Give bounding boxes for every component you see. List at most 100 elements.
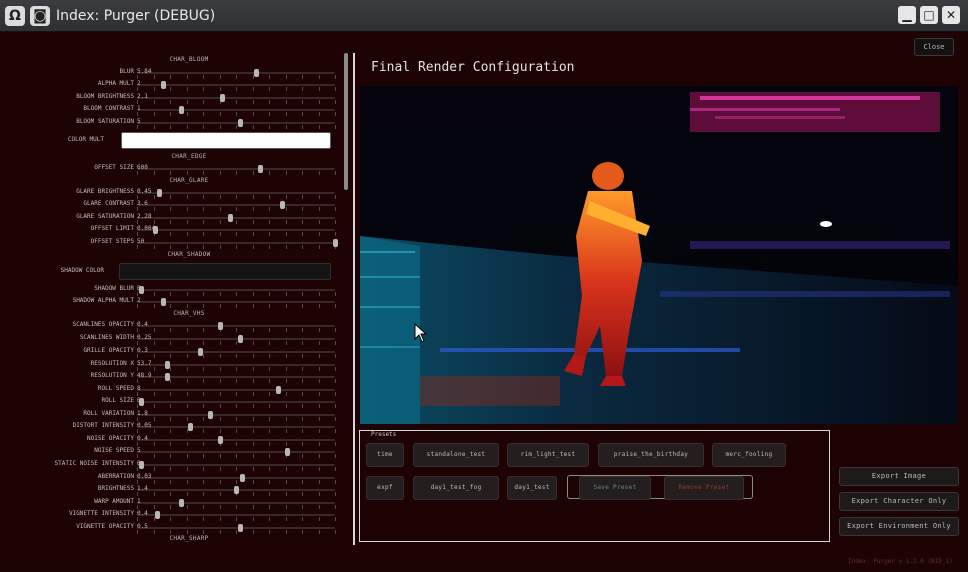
slider-scanlines-width[interactable]: SCANLINES WIDTH 0.25 [3, 334, 343, 345]
slider-thumb[interactable] [179, 499, 184, 507]
slider-tick [187, 379, 188, 383]
slider-label: ROLL VARIATION [83, 410, 134, 417]
export-image-button[interactable]: Export Image [839, 467, 959, 486]
slider-tick [236, 341, 237, 345]
slider-offset-size[interactable]: OFFSET SIZE 600 [3, 164, 343, 175]
slider-tick [269, 207, 270, 211]
export-environment-only-button[interactable]: Export Environment Only [839, 517, 959, 536]
panel-divider[interactable] [353, 53, 355, 545]
slider-tick [269, 220, 270, 224]
slider-value: 0.25 [137, 334, 152, 341]
slider-thumb[interactable] [333, 239, 338, 247]
slider-roll-speed[interactable]: ROLL SPEED 8 [3, 385, 343, 396]
slider-noise-opacity[interactable]: NOISE OPACITY 0.4 [3, 435, 343, 446]
slider-tick [236, 220, 237, 224]
slider-thumb[interactable] [238, 335, 243, 343]
slider-thumb[interactable] [254, 69, 259, 77]
slider-glare-contrast[interactable]: GLARE CONTRAST 3.6 [3, 200, 343, 211]
slider-vignette-opacity[interactable]: VIGNETTE OPACITY 0.5 [3, 523, 343, 534]
slider-thumb[interactable] [165, 361, 170, 369]
slider-thumb[interactable] [139, 461, 144, 469]
slider-thumb[interactable] [240, 474, 245, 482]
slider-thumb[interactable] [139, 398, 144, 406]
slider-thumb[interactable] [285, 448, 290, 456]
slider-bloom-contrast[interactable]: BLOOM CONTRAST 1 [3, 105, 343, 116]
slider-tick [220, 467, 221, 471]
slider-tick [335, 505, 336, 509]
slider-glare-brightness[interactable]: GLARE BRIGHTNESS 0.45 [3, 188, 343, 199]
slider-offset-steps[interactable]: OFFSET STEPS 50 [3, 238, 343, 249]
slider-thumb[interactable] [218, 322, 223, 330]
preset-expf[interactable]: expf [366, 476, 404, 500]
slider-blur[interactable]: BLUR 5.84 [3, 68, 343, 79]
app-menu-icon[interactable]: ◙ [30, 6, 50, 26]
save-preset-button[interactable]: Save Preset [579, 476, 651, 500]
slider-thumb[interactable] [234, 486, 239, 494]
slider-thumb[interactable] [280, 201, 285, 209]
window-close-button[interactable]: ✕ [942, 6, 960, 24]
minimize-button[interactable]: ▁ [898, 6, 916, 24]
slider-bloom-saturation[interactable]: BLOOM SATURATION 5 [3, 118, 343, 129]
slider-bloom-brightness[interactable]: BLOOM BRIGHTNESS 2.1 [3, 93, 343, 104]
slider-thumb[interactable] [208, 411, 213, 419]
app-omega-icon[interactable]: Ω [5, 6, 25, 26]
preset-day1-test[interactable]: day1_test [507, 476, 557, 500]
slider-roll-size[interactable]: ROLL SIZE0 [3, 397, 343, 408]
slider-aberration[interactable]: ABERRATION 0.03 [3, 473, 343, 484]
preset-rim-light-test[interactable]: rim_light_test [507, 443, 589, 467]
slider-thumb[interactable] [155, 511, 160, 519]
slider-thumb[interactable] [276, 386, 281, 394]
slider-noise-speed[interactable]: NOISE SPEED 5 [3, 447, 343, 458]
color-mult-label: COLOR MULT [67, 136, 104, 143]
slider-thumb[interactable] [188, 423, 193, 431]
preset-day1-test-fog[interactable]: day1_test_fog [413, 476, 499, 500]
maximize-button[interactable]: □ [920, 6, 938, 24]
slider-vignette-intensity[interactable]: VIGNETTE INTENSITY 0.4 [3, 510, 343, 521]
slider-warp-amount[interactable]: WARP AMOUNT 1 [3, 498, 343, 509]
slider-thumb[interactable] [238, 524, 243, 532]
slider-tick [269, 292, 270, 296]
slider-scanlines-opacity[interactable]: SCANLINES OPACITY 0.4 [3, 321, 343, 332]
settings-panel[interactable]: CHAR_BLOOM BLUR 5.84 ALPHA MULT 2 BLOOM BR… [3, 33, 348, 545]
slider-tick [269, 245, 270, 249]
slider-thumb[interactable] [161, 81, 166, 89]
shadow-color-swatch[interactable] [119, 263, 331, 280]
slider-thumb[interactable] [198, 348, 203, 356]
slider-thumb[interactable] [238, 119, 243, 127]
slider-distort-intensity[interactable]: DISTORT INTENSITY 0.05 [3, 422, 343, 433]
slider-thumb[interactable] [218, 436, 223, 444]
slider-thumb[interactable] [153, 226, 158, 234]
slider-thumb[interactable] [161, 298, 166, 306]
preset-time[interactable]: time [366, 443, 404, 467]
slider-grille-opacity[interactable]: GRILLE OPACITY 0.3 [3, 347, 343, 358]
slider-static-noise-intensity[interactable]: STATIC NOISE INTENSITY0 [3, 460, 343, 471]
slider-shadow-alpha-mult[interactable]: SHADOW ALPHA MULT 2 [3, 297, 343, 308]
slider-thumb[interactable] [228, 214, 233, 222]
color-mult-swatch[interactable] [121, 132, 331, 149]
preset-standalone-test[interactable]: standalone_test [413, 443, 499, 467]
close-button[interactable]: Close [914, 38, 954, 56]
preset-praise-the-birthday[interactable]: praise_the_birthday [598, 443, 704, 467]
export-character-only-button[interactable]: Export Character Only [839, 492, 959, 511]
remove-preset-button[interactable]: Remove Preset [664, 476, 744, 500]
slider-resolution-x[interactable]: RESOLUTION X 53.7 [3, 360, 343, 371]
slider-roll-variation[interactable]: ROLL VARIATION 1.8 [3, 410, 343, 421]
slider-glare-saturation[interactable]: GLARE SATURATION 2.28 [3, 213, 343, 224]
slider-thumb[interactable] [258, 165, 263, 173]
slider-thumb[interactable] [220, 94, 225, 102]
slider-resolution-y[interactable]: RESOLUTION Y 48.9 [3, 372, 343, 383]
slider-shadow-blur[interactable]: SHADOW BLUR0 [3, 285, 343, 296]
slider-thumb[interactable] [165, 373, 170, 381]
slider-offset-limit[interactable]: OFFSET LIMIT 0.004 [3, 225, 343, 236]
slider-alpha-mult[interactable]: ALPHA MULT 2 [3, 80, 343, 91]
slider-brightness[interactable]: BRIGHTNESS 1.4 [3, 485, 343, 496]
render-preview[interactable] [360, 86, 958, 424]
slider-tick [269, 354, 270, 358]
panel-scrollbar[interactable] [344, 53, 348, 190]
slider-thumb[interactable] [157, 189, 162, 197]
slider-tick [220, 517, 221, 521]
slider-tick [335, 304, 336, 308]
slider-thumb[interactable] [139, 286, 144, 294]
slider-thumb[interactable] [179, 106, 184, 114]
preset-merc-fooling[interactable]: merc_fooling [712, 443, 786, 467]
